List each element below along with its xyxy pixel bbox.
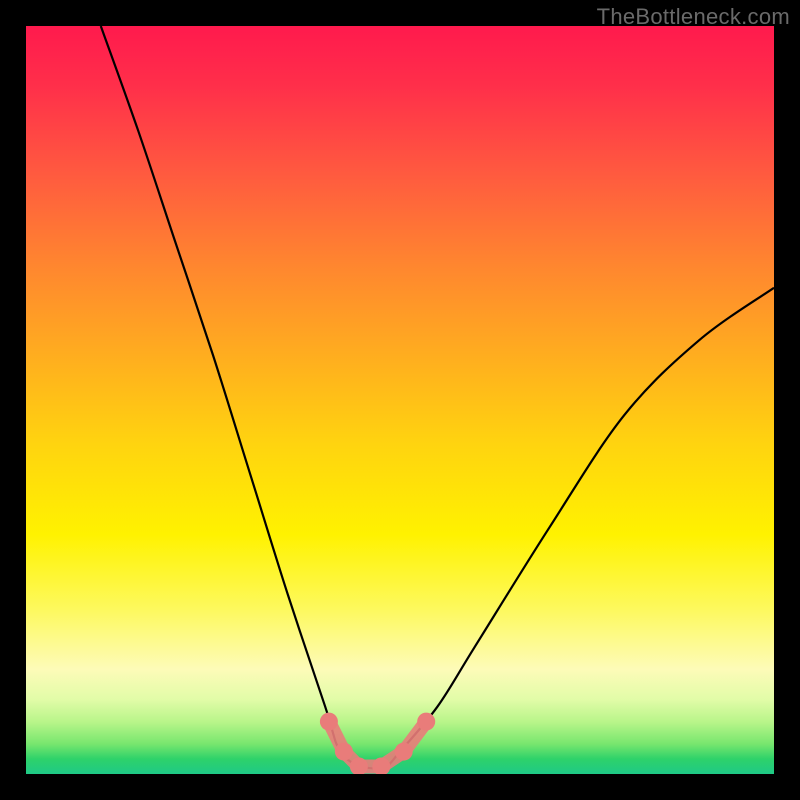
plot-area xyxy=(26,26,774,774)
bottleneck-curve-svg xyxy=(26,26,774,774)
watermark-text: TheBottleneck.com xyxy=(597,4,790,30)
left-cluster-dot-1 xyxy=(320,713,338,731)
right-outlier-dot xyxy=(417,713,435,731)
bottleneck-curve-path xyxy=(101,26,774,768)
left-cluster-dot-2 xyxy=(335,743,353,761)
right-cluster-dot-1 xyxy=(395,743,413,761)
chart-frame: TheBottleneck.com xyxy=(0,0,800,800)
marker-layer xyxy=(320,713,435,774)
